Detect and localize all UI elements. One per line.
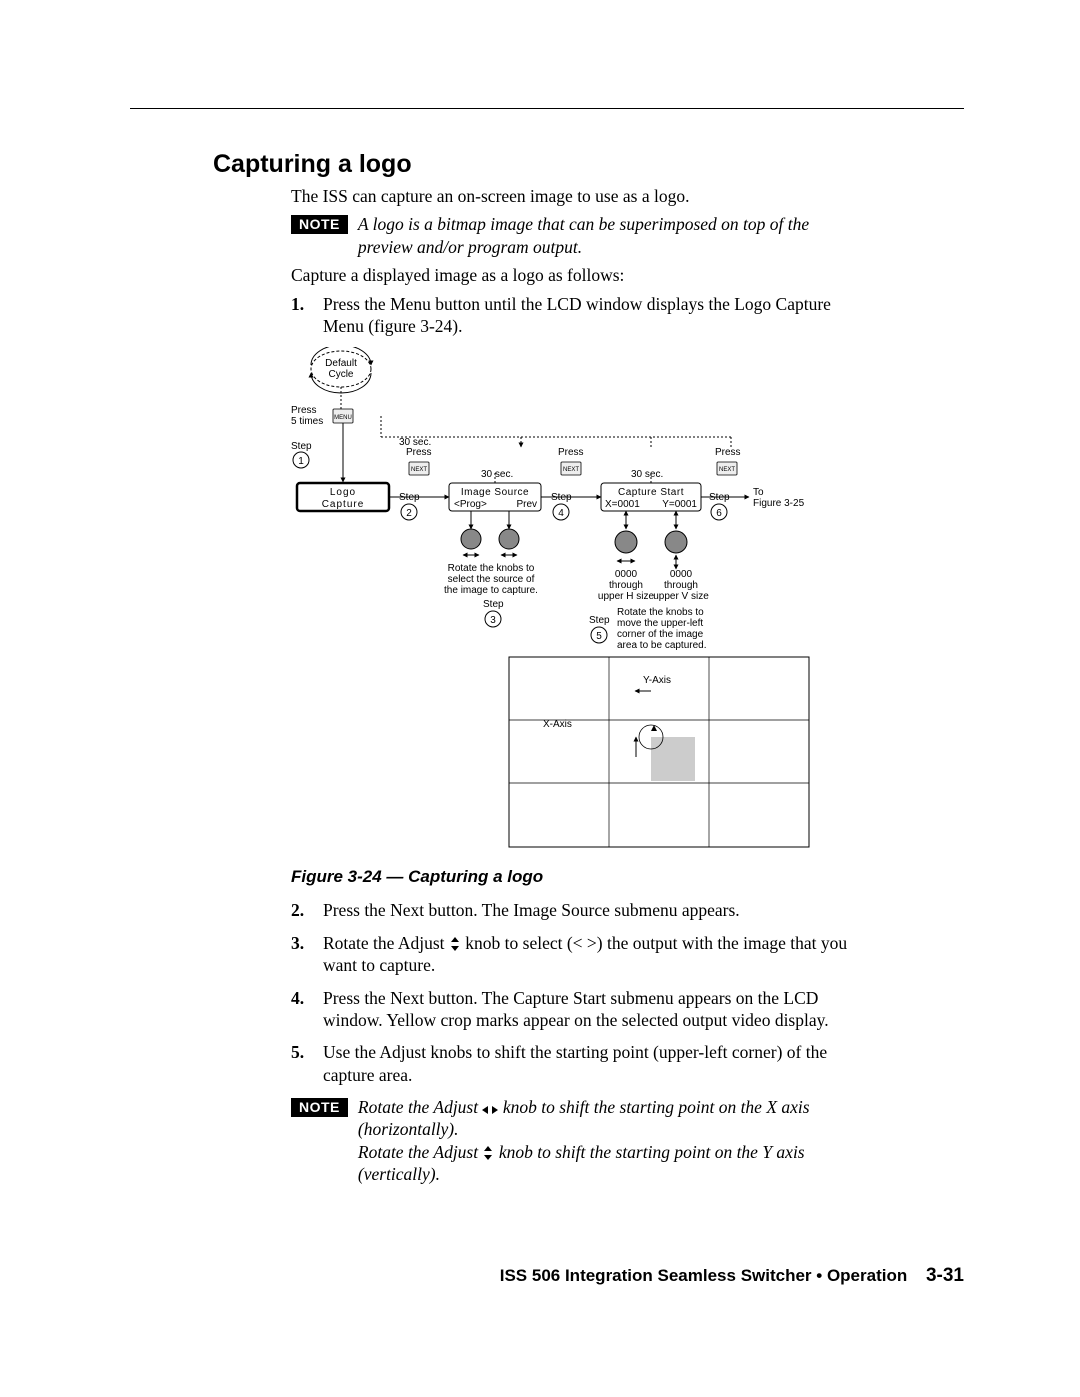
step-text: Rotate the Adjust knob to select (< >) t…: [323, 932, 863, 977]
note-2: NOTE Rotate the Adjust knob to shift the…: [291, 1096, 863, 1186]
svg-text:Press: Press: [715, 447, 741, 458]
svg-text:Step: Step: [709, 492, 730, 503]
svg-text:5: 5: [596, 631, 602, 642]
svg-text:30 sec.: 30 sec.: [481, 469, 513, 480]
lcd-logo-capture: Logo: [330, 487, 356, 498]
svg-text:1: 1: [298, 456, 304, 467]
label-rotate-source: Rotate the knobs to: [448, 563, 535, 574]
svg-text:the image to capture.: the image to capture.: [444, 585, 538, 596]
svg-text:X=0001: X=0001: [605, 499, 640, 510]
svg-text:5 times: 5 times: [291, 416, 323, 427]
svg-text:4: 4: [558, 508, 564, 519]
label-to-figure: To: [753, 487, 764, 498]
step-3: 3 Rotate the Adjust knob to select (< >)…: [291, 932, 863, 977]
page-content: Capturing a logo The ISS can capture an …: [213, 150, 863, 1192]
steps-bottom: 2 Press the Next button. The Image Sourc…: [291, 899, 863, 1086]
lead-text: Capture a displayed image as a logo as f…: [291, 264, 863, 286]
svg-text:area to be captured.: area to be captured.: [617, 640, 707, 651]
label-press-2: Press: [406, 447, 432, 458]
svg-text:Prev: Prev: [516, 499, 537, 510]
footer-text: ISS 506 Integration Seamless Switcher • …: [500, 1266, 907, 1285]
lcd-capture-start: Capture Start: [618, 487, 684, 498]
svg-text:through: through: [609, 580, 643, 591]
step-2: 2 Press the Next button. The Image Sourc…: [291, 899, 863, 921]
note-1-text: A logo is a bitmap image that can be sup…: [358, 213, 863, 258]
svg-text:Press: Press: [558, 447, 584, 458]
step-text: Press the Next button. The Image Source …: [323, 899, 863, 921]
horizontal-adjust-icon: [482, 1105, 498, 1115]
svg-text:Y=0001: Y=0001: [662, 499, 697, 510]
svg-text:3: 3: [490, 615, 496, 626]
svg-text:through: through: [664, 580, 698, 591]
step-number: 1: [291, 293, 305, 338]
svg-text:Step: Step: [551, 492, 572, 503]
figure-diagram: Default Cycle Press 5 times MENU 30 sec.: [291, 347, 861, 857]
step-number: 3: [291, 932, 305, 977]
label-rotate-corner: Rotate the knobs to: [617, 607, 704, 618]
svg-text:6: 6: [716, 508, 722, 519]
note-2-text: Rotate the Adjust knob to shift the star…: [358, 1096, 863, 1186]
label-step-1: Step: [291, 441, 312, 452]
svg-text:Cycle: Cycle: [328, 369, 353, 380]
label-y-axis: Y-Axis: [643, 675, 671, 686]
note-badge: NOTE: [291, 1098, 348, 1117]
svg-text:NEXT: NEXT: [719, 467, 735, 473]
step-text: Press the Menu button until the LCD wind…: [323, 293, 863, 338]
step-text: Press the Next button. The Capture Start…: [323, 987, 863, 1032]
svg-text:Step: Step: [589, 615, 610, 626]
menu-button-label: MENU: [334, 415, 352, 421]
section-heading: Capturing a logo: [213, 150, 863, 179]
svg-text:select the source of: select the source of: [448, 574, 535, 585]
axis-grid: X-Axis Y-Axis: [509, 657, 809, 847]
step-number: 4: [291, 987, 305, 1032]
svg-text:Step: Step: [483, 599, 504, 610]
figure-3-24: Default Cycle Press 5 times MENU 30 sec.: [291, 347, 863, 887]
page-number: 3-31: [926, 1265, 964, 1286]
vertical-adjust-icon: [449, 937, 461, 951]
step-number: 2: [291, 899, 305, 921]
svg-text:Step: Step: [399, 492, 420, 503]
step-1: 1 Press the Menu button until the LCD wi…: [291, 293, 863, 338]
lcd-image-source: Image Source: [461, 487, 529, 498]
step-number: 5: [291, 1041, 305, 1086]
svg-text:NEXT: NEXT: [411, 467, 427, 473]
svg-text:2: 2: [406, 508, 412, 519]
label-press-5-times: Press: [291, 405, 317, 416]
step-text: Use the Adjust knobs to shift the starti…: [323, 1041, 863, 1086]
svg-text:NEXT: NEXT: [563, 467, 579, 473]
step-5: 5 Use the Adjust knobs to shift the star…: [291, 1041, 863, 1086]
intro-text: The ISS can capture an on-screen image t…: [291, 185, 863, 207]
svg-text:corner of the image: corner of the image: [617, 629, 704, 640]
vertical-adjust-icon: [482, 1146, 494, 1160]
note2-l1-pre: Rotate the Adjust: [358, 1097, 483, 1117]
label-h-range: 0000: [615, 569, 638, 580]
top-rule: [130, 108, 964, 109]
step-4: 4 Press the Next button. The Capture Sta…: [291, 987, 863, 1032]
svg-text:upper H size: upper H size: [598, 591, 655, 602]
svg-text:Figure 3-25: Figure 3-25: [753, 498, 805, 509]
steps-top: 1 Press the Menu button until the LCD wi…: [291, 293, 863, 338]
note-1: NOTE A logo is a bitmap image that can b…: [291, 213, 863, 258]
svg-text:move the upper-left: move the upper-left: [617, 618, 703, 629]
figure-caption: Figure 3-24 — Capturing a logo: [291, 867, 863, 887]
page-footer: ISS 506 Integration Seamless Switcher • …: [500, 1265, 964, 1287]
note-badge: NOTE: [291, 215, 348, 234]
label-v-range: 0000: [670, 569, 693, 580]
svg-text:Capture: Capture: [322, 499, 365, 510]
note2-l2-pre: Rotate the Adjust: [358, 1142, 483, 1162]
svg-text:30 sec.: 30 sec.: [631, 469, 663, 480]
label-default-cycle: Default: [325, 358, 357, 369]
step-3-pre: Rotate the Adjust: [323, 933, 449, 953]
svg-text:upper V size: upper V size: [653, 591, 709, 602]
svg-text:<Prog>: <Prog>: [454, 499, 487, 510]
label-x-axis: X-Axis: [543, 719, 572, 730]
